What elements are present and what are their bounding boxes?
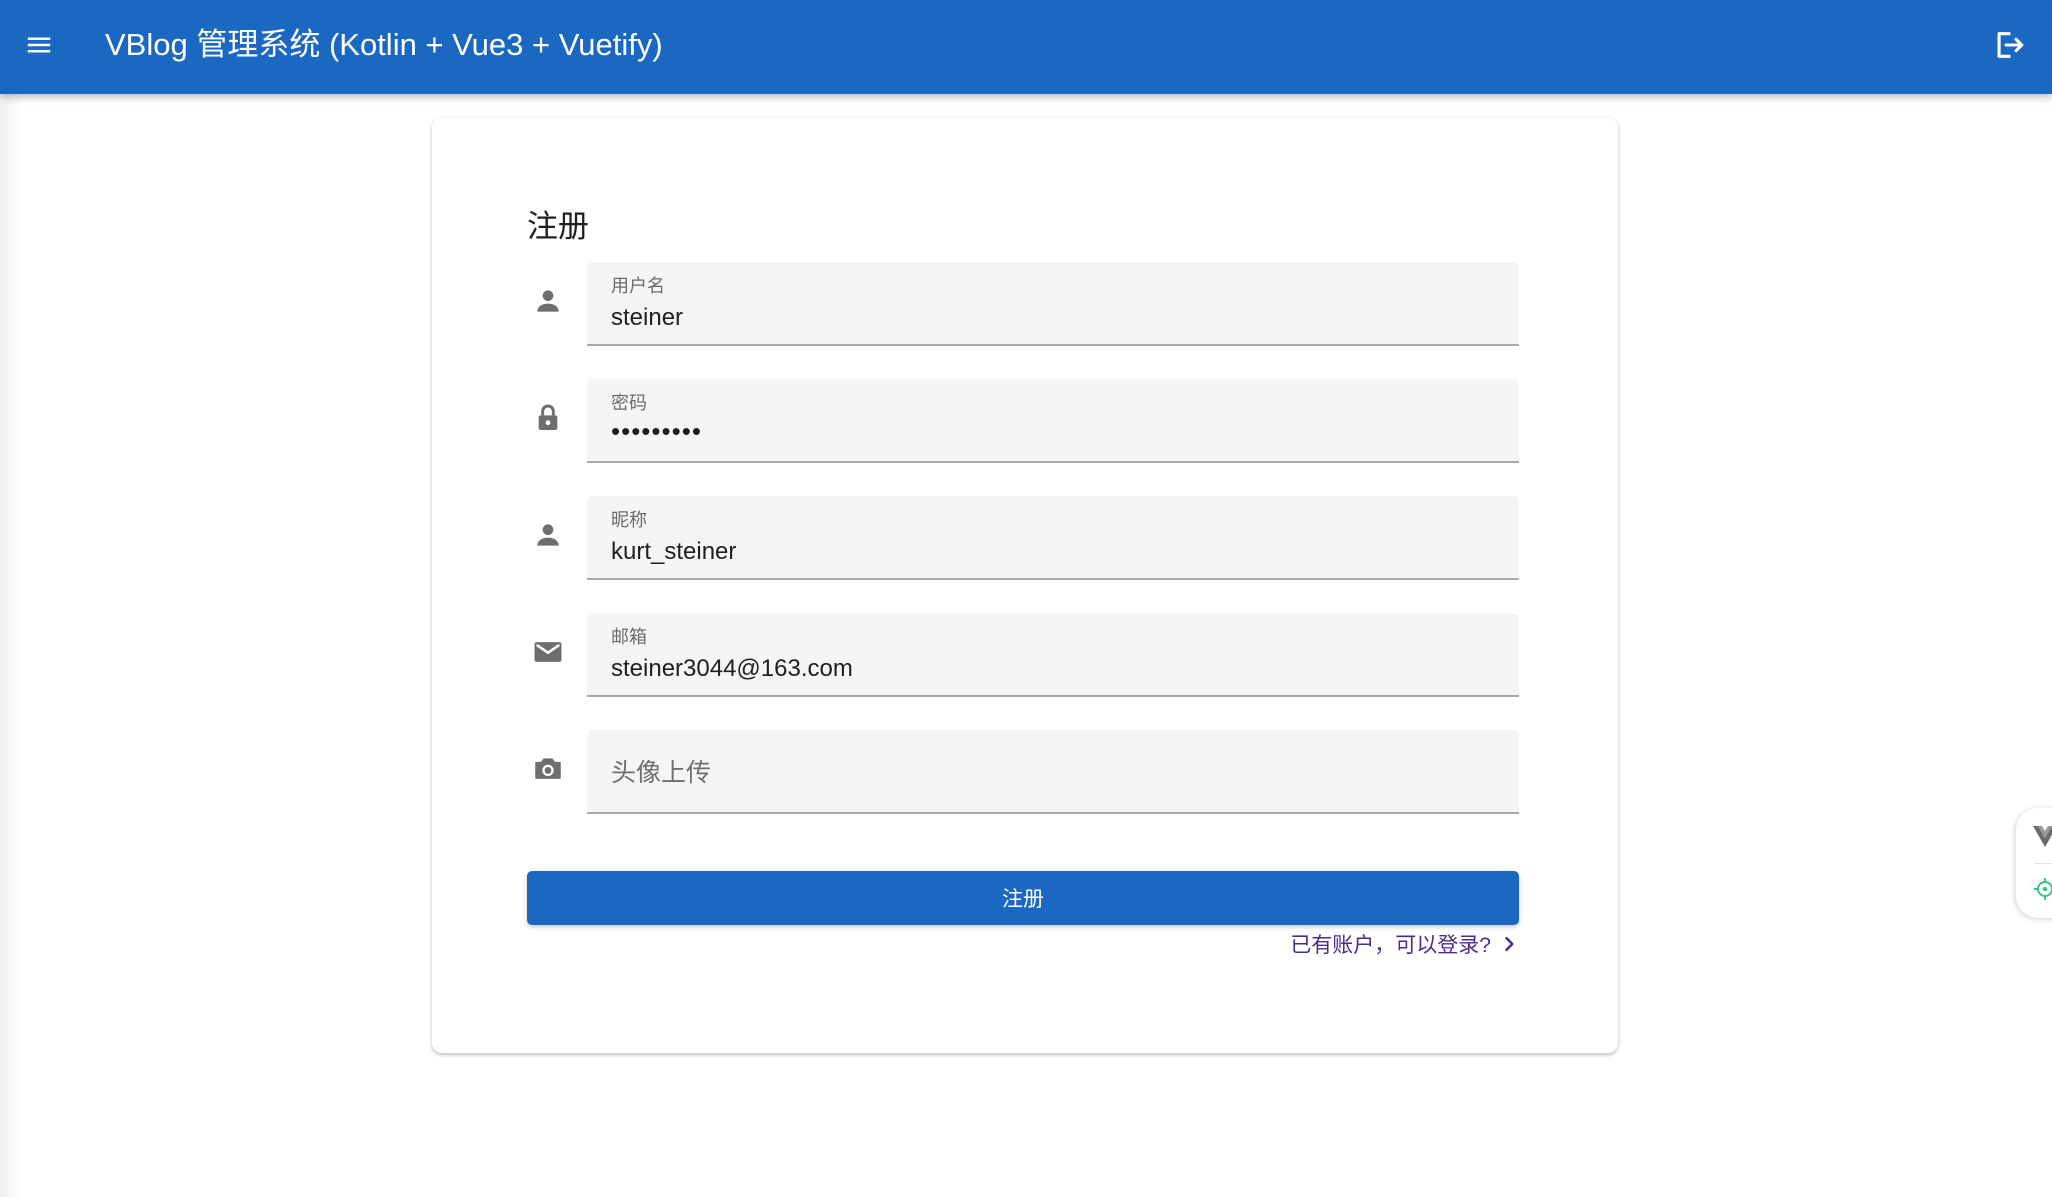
nickname-row: 昵称 kurt_steiner (527, 496, 1527, 580)
avatar-upload-field[interactable]: 头像上传 (587, 730, 1519, 814)
nickname-field[interactable]: 昵称 kurt_steiner (587, 496, 1519, 580)
devtools-side-widget (2016, 808, 2052, 918)
nickname-label: 昵称 (611, 510, 647, 530)
register-button[interactable]: 注册 (527, 871, 1519, 925)
logout-button[interactable] (1988, 24, 2030, 66)
avatar-upload-placeholder: 头像上传 (611, 759, 712, 787)
app-bar: VBlog 管理系统 (Kotlin + Vue3 + Vuetify) (0, 0, 2052, 94)
crosshair-icon[interactable] (2033, 877, 2052, 901)
password-label: 密码 (611, 393, 647, 413)
username-value[interactable]: steiner (611, 302, 683, 334)
password-field[interactable]: 密码 ••••••••• (587, 379, 1519, 463)
email-value[interactable]: steiner3044@163.com (611, 653, 853, 685)
password-row: 密码 ••••••••• (527, 379, 1527, 463)
login-link[interactable]: 已有账户，可以登录? (1290, 926, 1519, 962)
avatar-upload-row: 头像上传 (527, 730, 1527, 814)
email-field[interactable]: 邮箱 steiner3044@163.com (587, 613, 1519, 697)
username-row: 用户名 steiner (527, 262, 1527, 346)
menu-icon (27, 37, 51, 53)
menu-button[interactable] (18, 24, 60, 66)
navigation-drawer-edge (0, 94, 22, 1197)
email-row: 邮箱 steiner3044@163.com (527, 613, 1527, 697)
logout-icon (1997, 32, 2024, 58)
app-title: VBlog 管理系统 (Kotlin + Vue3 + Vuetify) (105, 27, 663, 62)
register-title: 注册 (527, 209, 589, 244)
vue-devtools-icon[interactable] (2033, 826, 2052, 848)
account-icon (527, 514, 569, 556)
account-icon (527, 280, 569, 322)
email-icon (527, 631, 569, 673)
username-field[interactable]: 用户名 steiner (587, 262, 1519, 346)
nickname-value[interactable]: kurt_steiner (611, 536, 736, 568)
email-label: 邮箱 (611, 627, 647, 647)
password-value[interactable]: ••••••••• (611, 415, 702, 447)
login-link-label: 已有账户，可以登录? (1290, 934, 1491, 957)
register-card: 注册 用户名 steiner 密码 ••••••••• 昵称 kurt_stei… (432, 118, 1618, 1053)
chevron-right-icon (1505, 936, 1514, 952)
lock-icon (527, 397, 569, 439)
username-label: 用户名 (611, 276, 665, 296)
camera-icon[interactable] (527, 748, 569, 790)
widget-divider (2034, 863, 2052, 864)
